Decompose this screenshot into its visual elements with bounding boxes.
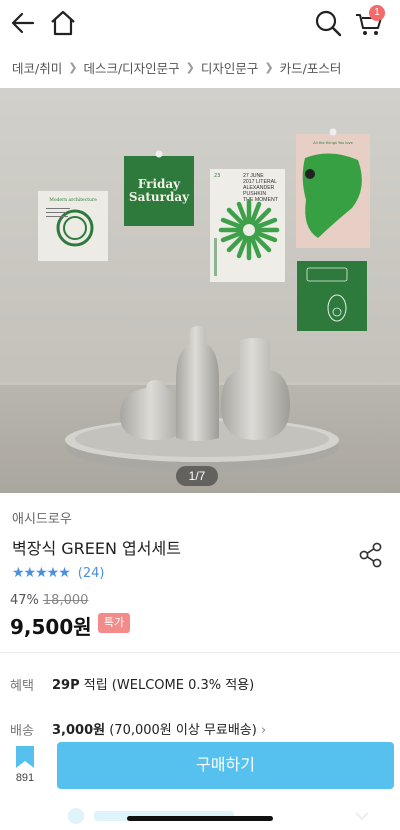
search-icon[interactable]	[313, 8, 343, 38]
share-icon[interactable]	[357, 541, 385, 569]
home-icon[interactable]	[48, 8, 78, 38]
breadcrumb-item[interactable]: 디자인문구	[201, 58, 259, 77]
benefit-points: 29P	[52, 678, 80, 693]
back-arrow-icon[interactable]	[8, 8, 38, 38]
discount-rate: 47%	[10, 593, 39, 608]
chevron-right-icon: ❯	[185, 60, 195, 74]
brand-name[interactable]: 애시드로우	[12, 508, 72, 527]
special-badge: 특가	[98, 613, 130, 633]
product-photo: Modern architecture Friday Saturday 23 2…	[0, 88, 400, 493]
review-count[interactable]: (24)	[78, 566, 105, 581]
benefit-text: 적립 (WELCOME 0.3% 적용)	[79, 678, 255, 693]
top-navigation-bar: 1	[0, 0, 400, 46]
star-rating: ★★★★★	[12, 565, 71, 581]
card-text: All the things You love	[313, 141, 354, 145]
cart-count-badge: 1	[369, 5, 385, 21]
chevron-right-icon: ❯	[264, 60, 274, 74]
discount-row: 47% 18,000	[10, 593, 88, 608]
breadcrumb-item[interactable]: 데스크/디자인문구	[83, 58, 179, 77]
image-counter: 1/7	[176, 466, 218, 486]
postcard-avocado	[297, 261, 367, 331]
card-text: 23	[214, 173, 220, 179]
product-title: 벽장식 GREEN 엽서세트	[12, 539, 181, 558]
breadcrumb-item[interactable]: 데코/취미	[12, 58, 62, 77]
sale-price: 9,500원	[10, 615, 92, 639]
product-image-gallery[interactable]: Modern architecture Friday Saturday 23 2…	[0, 88, 400, 493]
postcard-architecture: Modern architecture	[38, 191, 108, 261]
home-indicator	[127, 816, 273, 821]
postcard-pushkin: 23 27 JUNE 2017 LITERAL ALEXANDER PUSHKI…	[210, 169, 285, 282]
rating-row[interactable]: ★★★★★ (24)	[12, 565, 104, 581]
benefit-label: 혜택	[10, 679, 34, 694]
postcard-friday: Friday Saturday	[124, 150, 194, 226]
bookmark-count: 891	[15, 772, 35, 784]
card-text: Friday	[138, 177, 181, 191]
breadcrumb: 데코/취미 ❯ 데스크/디자인문구 ❯ 디자인문구 ❯ 카드/포스터	[12, 58, 341, 76]
card-text: Modern architecture	[49, 197, 97, 203]
original-price: 18,000	[42, 593, 89, 608]
divider	[0, 652, 400, 653]
breadcrumb-item[interactable]: 카드/포스터	[280, 58, 342, 77]
card-text: Saturday	[129, 190, 190, 204]
postcard-things: All the things You love	[296, 128, 370, 248]
buy-button[interactable]: 구매하기	[57, 742, 394, 789]
benefit-value: 29P 적립 (WELCOME 0.3% 적용)	[52, 674, 254, 693]
bookmark-icon[interactable]	[13, 746, 37, 768]
chevron-right-icon: ❯	[68, 60, 78, 74]
